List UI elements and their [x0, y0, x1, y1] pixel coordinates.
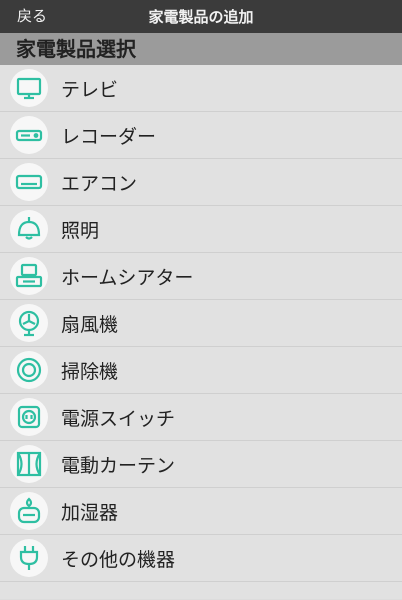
appliance-list: テレビ レコーダー エアコン 照明 ホームシアター 扇風機 掃除機 電源スイッチ…	[0, 65, 402, 582]
plug-icon	[10, 539, 48, 577]
recorder-icon	[10, 116, 48, 154]
back-button[interactable]: 戻る	[17, 0, 47, 33]
list-item-label: テレビ	[61, 78, 119, 101]
list-item-other[interactable]: その他の機器	[0, 535, 402, 582]
list-item-label: 照明	[61, 219, 100, 242]
list-item-vacuum[interactable]: 掃除機	[0, 347, 402, 394]
list-item-label: 電源スイッチ	[61, 407, 176, 430]
list-item-recorder[interactable]: レコーダー	[0, 112, 402, 159]
list-item-fan[interactable]: 扇風機	[0, 300, 402, 347]
list-item-label: 掃除機	[61, 360, 119, 383]
humidifier-icon	[10, 492, 48, 530]
list-item-home-theater[interactable]: ホームシアター	[0, 253, 402, 300]
navigation-bar: 戻る 家電製品の追加	[0, 0, 402, 33]
list-item-power-switch[interactable]: 電源スイッチ	[0, 394, 402, 441]
tv-icon	[10, 69, 48, 107]
curtain-icon	[10, 445, 48, 483]
list-item-tv[interactable]: テレビ	[0, 65, 402, 112]
ceiling-light-icon	[10, 210, 48, 248]
list-item-label: エアコン	[61, 172, 138, 195]
power-outlet-icon	[10, 398, 48, 436]
fan-icon	[10, 304, 48, 342]
list-item-air-conditioner[interactable]: エアコン	[0, 159, 402, 206]
list-item-label: ホームシアター	[61, 266, 194, 289]
robot-vacuum-icon	[10, 351, 48, 389]
section-header: 家電製品選択	[0, 33, 402, 65]
list-item-curtain[interactable]: 電動カーテン	[0, 441, 402, 488]
list-item-label: 加湿器	[61, 501, 119, 524]
home-theater-icon	[10, 257, 48, 295]
air-conditioner-icon	[10, 163, 48, 201]
list-item-label: その他の機器	[61, 548, 176, 571]
list-bottom-spacer	[0, 582, 402, 599]
list-item-label: 扇風機	[61, 313, 119, 336]
list-item-label: レコーダー	[61, 125, 157, 148]
list-item-humidifier[interactable]: 加湿器	[0, 488, 402, 535]
list-item-label: 電動カーテン	[61, 454, 176, 477]
list-item-light[interactable]: 照明	[0, 206, 402, 253]
page-title: 家電製品の追加	[148, 8, 254, 26]
